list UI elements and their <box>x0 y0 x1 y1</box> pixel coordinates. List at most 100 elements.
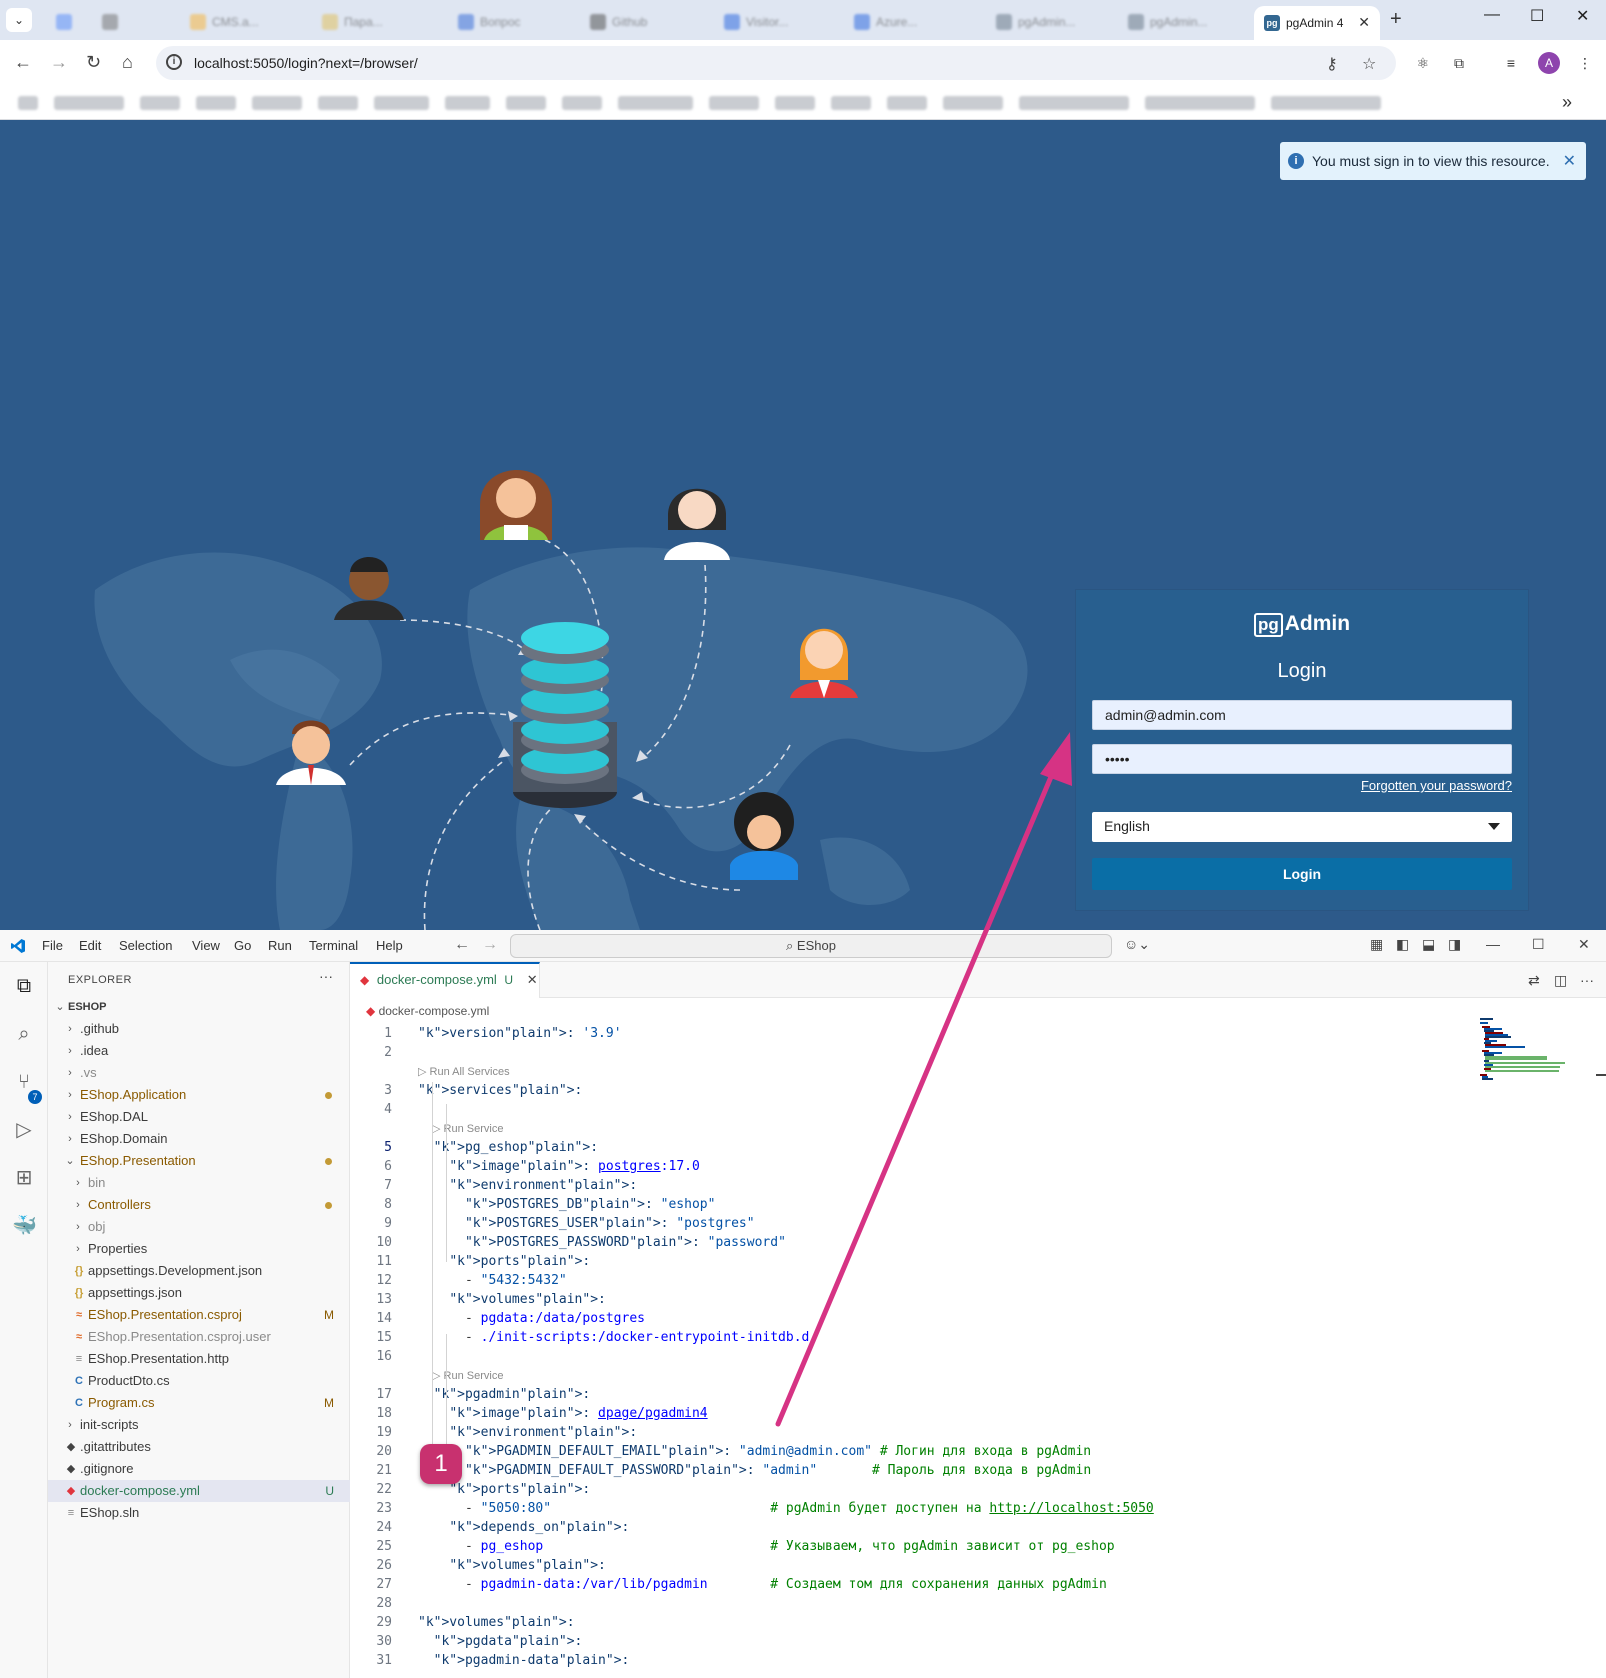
browser-tab[interactable]: CMS.a... <box>180 8 300 36</box>
tree-item-obj[interactable]: › obj <box>48 1216 350 1238</box>
browser-tab[interactable]: pgAdmin... <box>986 8 1106 36</box>
run-service-codelens[interactable]: ▷ Run Service <box>432 1368 503 1384</box>
menu-help[interactable]: Help <box>376 938 403 953</box>
run-all-services-codelens[interactable]: ▷ Run All Services <box>418 1064 510 1080</box>
react-extension-icon[interactable]: ⚛ <box>1414 54 1432 72</box>
explorer-icon[interactable]: ⧉ <box>12 974 36 998</box>
minimize-icon[interactable]: — <box>1486 936 1500 952</box>
new-tab-button[interactable]: + <box>1390 8 1402 31</box>
tree-item-controllers[interactable]: › Controllers <box>48 1194 350 1216</box>
close-tab-icon[interactable]: ✕ <box>527 972 538 987</box>
browser-tab[interactable]: Visitor... <box>714 8 834 36</box>
menu-run[interactable]: Run <box>268 938 292 953</box>
tree-item-productdto-cs[interactable]: C ProductDto.cs <box>48 1370 350 1392</box>
bookmark-item[interactable] <box>318 96 358 110</box>
tree-item-gitattributes[interactable]: ◆ .gitattributes <box>48 1436 350 1458</box>
browser-tab[interactable]: Вопрос <box>448 8 568 36</box>
tree-item-eshop-domain[interactable]: › EShop.Domain <box>48 1128 350 1150</box>
tree-item-github[interactable]: › .github <box>48 1018 350 1040</box>
bookmark-item[interactable] <box>775 96 815 110</box>
run-service-codelens[interactable]: ▷ Run Service <box>432 1121 503 1137</box>
browser-menu-icon[interactable]: ⋮ <box>1576 54 1594 72</box>
reload-icon[interactable]: ↻ <box>86 52 101 73</box>
back-icon[interactable]: ← <box>14 52 32 73</box>
toggle-sidebar-icon[interactable]: ◧ <box>1396 936 1409 953</box>
home-icon[interactable]: ⌂ <box>122 52 133 73</box>
scrollbar-thumb[interactable] <box>1596 1074 1606 1076</box>
tree-item-eshop-presentation-csproj-user[interactable]: ≈ EShop.Presentation.csproj.user <box>48 1326 350 1348</box>
tree-item-eshop-application[interactable]: › EShop.Application <box>48 1084 350 1106</box>
bookmark-item[interactable] <box>374 96 429 110</box>
tree-item-gitignore[interactable]: ◆ .gitignore <box>48 1458 350 1480</box>
browser-tab[interactable]: pgAdmin... <box>1118 8 1238 36</box>
bookmark-item[interactable] <box>1019 96 1129 110</box>
toggle-panel-icon[interactable]: ⬓ <box>1422 936 1435 953</box>
close-icon[interactable]: ✕ <box>1578 936 1590 953</box>
copilot-icon[interactable]: ☺⌄ <box>1124 936 1150 953</box>
run-debug-icon[interactable]: ▷ <box>12 1118 36 1142</box>
profile-avatar[interactable]: A <box>1538 52 1560 74</box>
breadcrumb[interactable]: ◆ docker-compose.yml <box>366 1004 489 1018</box>
tab-pgadmin[interactable]: pg pgAdmin 4 ✕ <box>1254 6 1380 40</box>
tree-item-properties[interactable]: › Properties <box>48 1238 350 1260</box>
command-center[interactable]: ⌕ EShop <box>510 934 1112 958</box>
more-actions-icon[interactable]: ··· <box>319 968 333 984</box>
bookmark-item[interactable] <box>445 96 490 110</box>
minimize-window-icon[interactable]: — <box>1484 6 1500 24</box>
close-tab-icon[interactable]: ✕ <box>1358 14 1370 31</box>
tab-search-dropdown[interactable]: ⌄ <box>6 8 32 32</box>
tree-item-appsettings-json[interactable]: {} appsettings.json <box>48 1282 350 1304</box>
toggle-secondary-sidebar-icon[interactable]: ◨ <box>1448 936 1461 953</box>
tree-item-eshop-presentation[interactable]: ⌄ EShop.Presentation <box>48 1150 350 1172</box>
login-button[interactable]: Login <box>1092 858 1512 890</box>
menu-view[interactable]: View <box>192 938 220 953</box>
docker-icon[interactable]: 🐳 <box>12 1214 37 1238</box>
bookmark-item[interactable] <box>54 96 124 110</box>
bookmark-item[interactable] <box>506 96 546 110</box>
extensions-view-icon[interactable]: ⊞ <box>12 1166 36 1190</box>
browser-tab[interactable]: Azure... <box>844 8 964 36</box>
tree-item-eshop-dal[interactable]: › EShop.DAL <box>48 1106 350 1128</box>
tree-item-docker-compose-yml[interactable]: ◆ docker-compose.yml U <box>48 1480 350 1502</box>
menu-edit[interactable]: Edit <box>79 938 101 953</box>
tree-item-idea[interactable]: › .idea <box>48 1040 350 1062</box>
tree-item-vs[interactable]: › .vs <box>48 1062 350 1084</box>
browser-tab[interactable]: Github <box>580 8 700 36</box>
tree-item-eshop-presentation-http[interactable]: ≡ EShop.Presentation.http <box>48 1348 350 1370</box>
site-info-icon[interactable]: i <box>166 54 182 70</box>
password-field[interactable]: ••••• <box>1092 744 1512 774</box>
tree-item-program-cs[interactable]: C Program.cs M <box>48 1392 350 1414</box>
bookmark-item[interactable] <box>618 96 693 110</box>
minimap[interactable] <box>1480 1018 1576 1082</box>
password-key-icon[interactable]: ⚷ <box>1326 54 1338 74</box>
forward-icon[interactable]: → <box>50 52 68 73</box>
bookmark-item[interactable] <box>140 96 180 110</box>
bookmark-item[interactable] <box>196 96 236 110</box>
search-view-icon[interactable]: ⌕ <box>12 1022 36 1046</box>
split-editor-icon[interactable]: ◫ <box>1554 972 1567 989</box>
tree-root[interactable]: ⌄ ESHOP <box>48 996 350 1018</box>
menu-terminal[interactable]: Terminal <box>309 938 358 953</box>
extensions-icon[interactable]: ⧉ <box>1450 54 1468 72</box>
forgot-password-link[interactable]: Forgotten your password? <box>1361 778 1512 793</box>
language-select[interactable]: English <box>1092 812 1512 842</box>
tree-item-bin[interactable]: › bin <box>48 1172 350 1194</box>
bookmark-item[interactable] <box>943 96 1003 110</box>
reading-list-icon[interactable]: ≡ <box>1502 54 1520 72</box>
bookmark-item[interactable] <box>1271 96 1381 110</box>
tab-docker-compose[interactable]: ◆ docker-compose.yml U ✕ <box>350 962 540 998</box>
more-bookmarks-icon[interactable]: » <box>1562 92 1572 113</box>
menu-file[interactable]: File <box>42 938 63 953</box>
open-changes-icon[interactable]: ⇄ <box>1528 972 1540 989</box>
forward-nav-icon[interactable]: → <box>482 936 498 954</box>
tree-item-eshop-sln[interactable]: ≡ EShop.sln <box>48 1502 350 1524</box>
back-nav-icon[interactable]: ← <box>454 936 470 954</box>
close-window-icon[interactable]: ✕ <box>1576 6 1589 26</box>
address-bar[interactable]: i localhost:5050/login?next=/browser/ ⚷ … <box>156 46 1396 80</box>
maximize-icon[interactable]: ☐ <box>1532 936 1545 953</box>
bookmark-item[interactable] <box>562 96 602 110</box>
toast-close-icon[interactable]: ✕ <box>1563 151 1576 171</box>
menu-selection[interactable]: Selection <box>119 938 172 953</box>
menu-go[interactable]: Go <box>234 938 251 953</box>
bookmark-item[interactable] <box>18 96 38 110</box>
